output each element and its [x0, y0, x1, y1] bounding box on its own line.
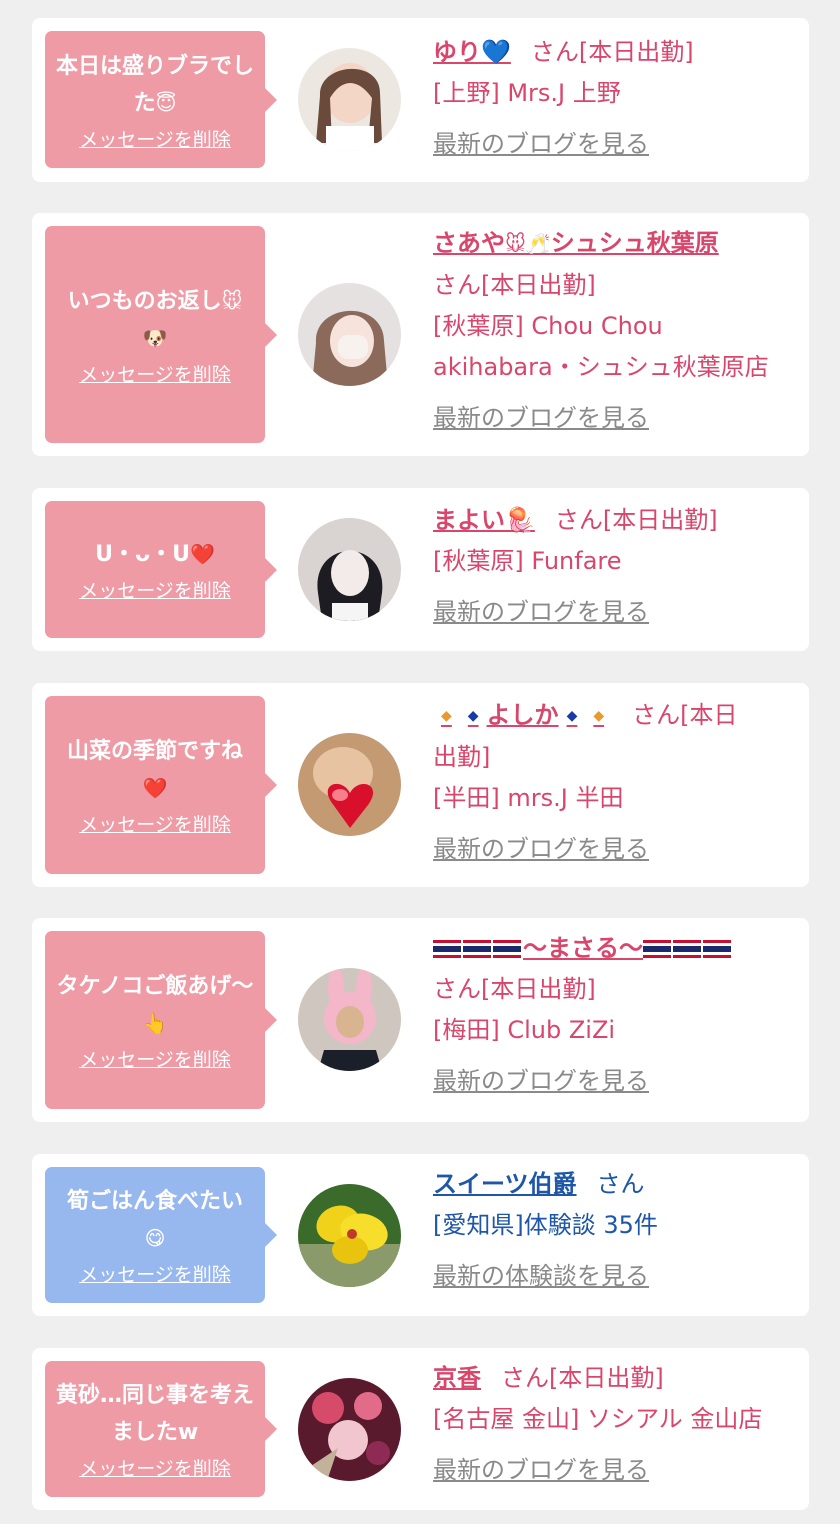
message-card: 黄砂…同じ事を考えましたw メッセージを削除 京香 さん[本日出勤] [名古屋 金… [32, 1348, 809, 1510]
profile-name-link[interactable]: ◆ ◆ よしか ◆ ◆ [433, 701, 612, 729]
shop-name: [名古屋 金山] ソシアル 金山店 [433, 1405, 763, 1433]
attendance-status: さん[本日出勤] [433, 270, 596, 299]
profile-info: ゆり💙 さん[本日出勤] [上野] Mrs.J 上野 最新のブログを見る [433, 32, 795, 165]
message-text: 筍ごはん食べたい 😋 [66, 1189, 243, 1250]
flag-icon [643, 940, 671, 958]
red-heart-icon: ❤️ [189, 542, 215, 566]
profile-name-link[interactable]: 京香 [433, 1364, 481, 1392]
message-card: 筍ごはん食べたい 😋 メッセージを削除 スイーツ伯爵 さん [愛知県]体験談 35件… [32, 1154, 809, 1316]
shop-name: [上野] Mrs.J 上野 [433, 79, 621, 107]
dog-icon: 🐶 [142, 325, 168, 350]
shop-name: [半田] mrs.J 半田 [433, 783, 624, 812]
message-card: 本日は盛りブラでした😇 メッセージを削除 ゆり💙 さん[本日出勤] [上野] Mr… [32, 18, 809, 182]
profile-info: まよい🪼 さん[本日出勤] [秋葉原] Funfare 最新のブログを見る [433, 500, 795, 633]
shop-name: [秋葉原] Chou Chou akihabara・シュシュ秋葉原店 [433, 311, 769, 381]
message-text: 黄砂…同じ事を考えましたw [55, 1383, 254, 1445]
mouse-icon: 🐭 [221, 288, 243, 313]
message-text: 山菜の季節ですね ❤️ [66, 739, 243, 800]
latest-review-link[interactable]: 最新の体験談を見る [433, 1256, 649, 1297]
attendance-status: さん[本日 [632, 701, 738, 729]
mouse-icon: 🐭🥂 [505, 231, 551, 256]
message-bubble: タケノコご飯あげ〜👆 メッセージを削除 [45, 931, 277, 1109]
delete-message-link[interactable]: メッセージを削除 [79, 1048, 231, 1072]
message-bubble: U・ᴗ・U❤️ メッセージを削除 [45, 501, 277, 638]
profile-name-row: 京香 さん[本日出勤] [433, 1358, 795, 1399]
blue-heart-icon: 💙 [481, 38, 511, 66]
jellyfish-icon: 🪼 [505, 506, 535, 534]
diamond-icon: ◆ [441, 707, 452, 724]
profile-info: 〜まさる〜 さん[本日出勤] [梅田] Club ZiZi 最新のブログを見る [433, 928, 795, 1102]
avatar[interactable] [298, 48, 401, 151]
latest-blog-link[interactable]: 最新のブログを見る [433, 1450, 649, 1491]
message-card: U・ᴗ・U❤️ メッセージを削除 まよい🪼 さん[本日出勤] [秋葉原] Funf… [32, 488, 809, 651]
profile-name-link[interactable]: さあや🐭🥂シュシュ秋葉原 [433, 223, 795, 265]
message-card: いつものお返し🐭 🐶 メッセージを削除 さあや🐭🥂シュシュ秋葉原 さん[本日出勤]… [32, 213, 809, 456]
message-bubble: 黄砂…同じ事を考えましたw メッセージを削除 [45, 1361, 277, 1497]
profile-name-row: ゆり💙 さん[本日出勤] [433, 32, 795, 73]
diamond-icon: ◆ [593, 707, 605, 724]
message-bubble: 筍ごはん食べたい 😋 メッセージを削除 [45, 1167, 277, 1303]
flag-icon [493, 940, 521, 958]
delete-message-link[interactable]: メッセージを削除 [79, 1457, 231, 1481]
diamond-icon: ◆ [467, 707, 479, 724]
shop-name: [梅田] Club ZiZi [433, 1016, 616, 1044]
message-bubble: いつものお返し🐭 🐶 メッセージを削除 [45, 226, 277, 443]
review-count: [愛知県]体験談 35件 [433, 1211, 658, 1239]
profile-name-link[interactable]: 〜まさる〜 [433, 928, 795, 969]
profile-info: スイーツ伯爵 さん [愛知県]体験談 35件 最新の体験談を見る [433, 1164, 795, 1297]
avatar[interactable] [298, 283, 401, 386]
message-card: 山菜の季節ですね ❤️ メッセージを削除 ◆ ◆ よしか ◆ ◆ さん[本日 出勤] [半田… [32, 683, 809, 887]
message-text: いつものお返し🐭 🐶 [67, 288, 243, 350]
avatar[interactable] [298, 968, 401, 1071]
latest-blog-link[interactable]: 最新のブログを見る [433, 592, 649, 633]
flag-icon [433, 940, 461, 958]
attendance-status: さん[本日出勤] [554, 506, 718, 534]
attendance-status: さん[本日出勤] [530, 38, 694, 66]
profile-name-row: スイーツ伯爵 さん [433, 1164, 795, 1205]
profile-info: さあや🐭🥂シュシュ秋葉原 さん[本日出勤] [秋葉原] Chou Chou ak… [433, 223, 795, 439]
delete-message-link[interactable]: メッセージを削除 [79, 1263, 231, 1287]
avatar[interactable] [298, 518, 401, 621]
red-heart-icon: ❤️ [142, 776, 168, 800]
latest-blog-link[interactable]: 最新のブログを見る [433, 398, 649, 439]
diamond-icon: ◆ [566, 707, 578, 724]
message-bubble: 本日は盛りブラでした😇 メッセージを削除 [45, 31, 277, 168]
flag-icon [673, 940, 701, 958]
flag-icon [463, 940, 491, 958]
avatar[interactable] [298, 1184, 401, 1287]
message-text: U・ᴗ・U❤️ [95, 542, 215, 567]
attendance-status: さん[本日出勤] [501, 1364, 664, 1392]
halo-emoji-icon: 😇 [155, 90, 177, 115]
profile-info: 京香 さん[本日出勤] [名古屋 金山] ソシアル 金山店 最新のブログを見る [433, 1358, 795, 1491]
attendance-status-cont: 出勤] [433, 742, 491, 771]
delete-message-link[interactable]: メッセージを削除 [79, 813, 231, 837]
delete-message-link[interactable]: メッセージを削除 [79, 579, 231, 603]
profile-info: ◆ ◆ よしか ◆ ◆ さん[本日 出勤] [半田] mrs.J 半田 最新のブログを見る [433, 695, 795, 870]
message-text: 本日は盛りブラでした😇 [55, 53, 254, 116]
pointing-up-icon: 👆 [142, 1011, 168, 1035]
profile-name-link[interactable]: まよい🪼 [433, 506, 535, 534]
avatar[interactable] [298, 1378, 401, 1481]
profile-name-row: まよい🪼 さん[本日出勤] [433, 500, 795, 541]
avatar[interactable] [298, 733, 401, 836]
delete-message-link[interactable]: メッセージを削除 [79, 128, 231, 152]
latest-blog-link[interactable]: 最新のブログを見る [433, 1061, 649, 1102]
latest-blog-link[interactable]: 最新のブログを見る [433, 124, 649, 165]
profile-name-link[interactable]: スイーツ伯爵 [433, 1170, 577, 1198]
shop-name: [秋葉原] Funfare [433, 547, 622, 575]
yum-face-icon: 😋 [144, 1226, 166, 1250]
profile-name-row: ◆ ◆ よしか ◆ ◆ さん[本日 [433, 695, 795, 737]
delete-message-link[interactable]: メッセージを削除 [79, 363, 231, 387]
message-card: タケノコご飯あげ〜👆 メッセージを削除 〜まさる〜 さん[本日出勤] [梅田] … [32, 918, 809, 1122]
honorific: さん [596, 1170, 645, 1198]
attendance-status: さん[本日出勤] [433, 975, 596, 1003]
profile-name-link[interactable]: ゆり💙 [433, 38, 511, 66]
message-text: タケノコご飯あげ〜👆 [56, 974, 254, 1035]
flag-icon [703, 940, 731, 958]
latest-blog-link[interactable]: 最新のブログを見る [433, 829, 649, 870]
message-bubble: 山菜の季節ですね ❤️ メッセージを削除 [45, 696, 277, 874]
